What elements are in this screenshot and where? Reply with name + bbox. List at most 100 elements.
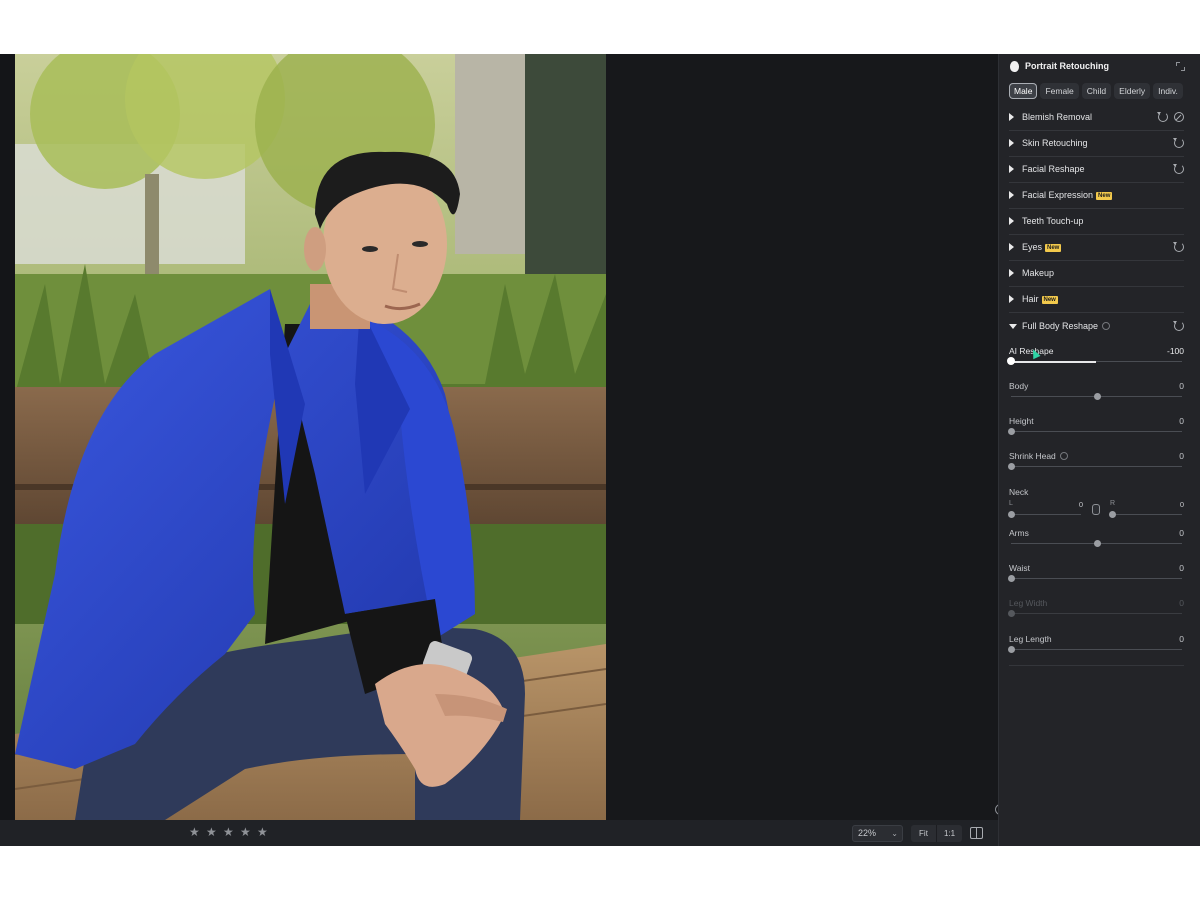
slider-arms[interactable]: Arms 0 (1009, 528, 1184, 558)
slider-value: 0 (1179, 598, 1184, 608)
slider-track[interactable] (1011, 431, 1182, 432)
star-rating[interactable]: ★ ★ ★ ★ ★ (189, 826, 269, 839)
slider-value[interactable]: 0 (1179, 528, 1184, 538)
section-facial-reshape[interactable]: Facial Reshape (1009, 157, 1184, 183)
section-makeup[interactable]: Makeup (1009, 261, 1184, 287)
slider-value[interactable]: 0 (1179, 563, 1184, 573)
section-blemish-removal[interactable]: Blemish Removal (1009, 105, 1184, 131)
slider-track[interactable] (1112, 514, 1182, 515)
section-full-body-reshape[interactable]: Full Body Reshape (1009, 314, 1184, 340)
slider-label: Neck (1009, 487, 1029, 497)
caret-right-icon (1009, 243, 1014, 251)
zoom-preset-group: Fit 1:1 (911, 825, 962, 842)
slider-sub-label: L (1009, 500, 1013, 507)
right-panel: Portrait Retouching Male Female Child El… (998, 54, 1200, 846)
zoom-dropdown[interactable]: 22% ⌄ (852, 825, 903, 842)
slider-track[interactable] (1011, 578, 1182, 579)
star-icon[interactable]: ★ (223, 826, 235, 839)
section-facial-expression[interactable]: Facial Expression New (1009, 183, 1184, 209)
new-badge: New (1041, 296, 1058, 304)
slider-track[interactable] (1011, 466, 1182, 467)
slider-value[interactable]: 0 (1179, 381, 1184, 391)
reset-icon[interactable] (1173, 242, 1184, 252)
slider-leg-length[interactable]: Leg Length 0 (1008, 634, 1184, 664)
slider-thumb[interactable] (1007, 357, 1015, 365)
section-label: Makeup (1022, 268, 1055, 278)
caret-right-icon (1009, 139, 1014, 147)
slider-thumb (1008, 610, 1015, 617)
gender-age-tabs: Male Female Child Elderly Indiv. (1009, 83, 1185, 99)
slider-track[interactable] (1011, 514, 1081, 515)
reset-icon[interactable] (1173, 138, 1184, 148)
link-icon[interactable] (1092, 504, 1100, 515)
slider-value[interactable]: 0 (1179, 416, 1184, 426)
slider-value[interactable]: 0 (1079, 500, 1083, 509)
neck-right-slider[interactable]: R 0 (1109, 500, 1184, 518)
slider-value[interactable]: 0 (1179, 634, 1184, 644)
slider-shrink-head[interactable]: Shrink Head 0 (1008, 451, 1184, 481)
image-canvas[interactable]: i (15, 54, 1006, 820)
slider-label: Shrink Head (1009, 451, 1068, 461)
caret-down-icon (1009, 324, 1017, 329)
slider-sub-label: R (1110, 500, 1116, 507)
section-teeth-touch-up[interactable]: Teeth Touch-up (1009, 209, 1184, 235)
slider-body[interactable]: Body 0 (1009, 381, 1184, 411)
slider-fill (1011, 360, 1096, 363)
panel-title: Portrait Retouching (1025, 61, 1110, 71)
help-icon[interactable] (1102, 322, 1111, 330)
section-eyes[interactable]: Eyes New (1009, 235, 1184, 261)
star-icon[interactable]: ★ (240, 826, 252, 839)
chevron-down-icon: ⌄ (891, 829, 898, 838)
compare-view-icon[interactable] (970, 827, 983, 839)
reset-icon[interactable] (1173, 321, 1184, 331)
slider-value[interactable]: -100 (1167, 346, 1184, 356)
star-icon[interactable]: ★ (189, 826, 201, 839)
caret-right-icon (1009, 191, 1014, 199)
tab-child[interactable]: Child (1081, 83, 1112, 99)
slider-thumb[interactable] (1109, 511, 1116, 518)
star-icon[interactable]: ★ (206, 826, 218, 839)
auto-fix-icon[interactable] (1174, 112, 1184, 122)
slider-thumb[interactable] (1008, 511, 1015, 518)
tab-female[interactable]: Female (1040, 83, 1079, 99)
slider-track[interactable] (1011, 649, 1182, 650)
reset-icon[interactable] (1173, 164, 1184, 174)
slider-thumb[interactable] (1094, 540, 1101, 547)
slider-neck: Neck L 0 R 0 (1008, 487, 1184, 519)
app-window: i ★ ★ ★ ★ ★ 22% ⌄ Fit 1:1 Portrait Retou… (0, 54, 1200, 846)
divider (1009, 665, 1184, 666)
section-skin-retouching[interactable]: Skin Retouching (1009, 131, 1184, 157)
caret-right-icon (1009, 217, 1014, 225)
help-icon[interactable] (1059, 452, 1068, 460)
section-label: Full Body Reshape (1022, 321, 1111, 331)
section-label: Eyes New (1022, 242, 1062, 252)
star-icon[interactable]: ★ (257, 826, 269, 839)
slider-value[interactable]: 0 (1179, 451, 1184, 461)
one-to-one-button[interactable]: 1:1 (936, 825, 962, 842)
section-label: Hair New (1022, 294, 1058, 304)
tab-individual[interactable]: Indiv. (1153, 83, 1183, 99)
caret-right-icon (1009, 113, 1014, 121)
reset-icon[interactable] (1157, 112, 1168, 122)
slider-label: Leg Length (1009, 634, 1052, 644)
slider-thumb[interactable] (1008, 646, 1015, 653)
slider-thumb[interactable] (1008, 428, 1015, 435)
section-hair[interactable]: Hair New (1009, 287, 1184, 313)
slider-value[interactable]: 0 (1180, 500, 1184, 509)
left-strip (0, 54, 15, 820)
fit-button[interactable]: Fit (911, 825, 936, 842)
slider-thumb[interactable] (1094, 393, 1101, 400)
tab-elderly[interactable]: Elderly (1114, 83, 1151, 99)
tab-male[interactable]: Male (1009, 83, 1038, 99)
slider-thumb[interactable] (1008, 463, 1015, 470)
slider-label: Body (1009, 381, 1029, 391)
slider-height[interactable]: Height 0 (1008, 416, 1184, 446)
neck-left-slider[interactable]: L 0 (1008, 500, 1083, 518)
new-badge: New (1045, 244, 1062, 252)
expand-icon[interactable] (1176, 62, 1185, 71)
section-label: Skin Retouching (1022, 138, 1088, 148)
section-label: Facial Expression New (1022, 190, 1113, 200)
slider-leg-width: Leg Width 0 (1008, 598, 1184, 628)
slider-waist[interactable]: Waist 0 (1008, 563, 1184, 593)
slider-thumb[interactable] (1008, 575, 1015, 582)
